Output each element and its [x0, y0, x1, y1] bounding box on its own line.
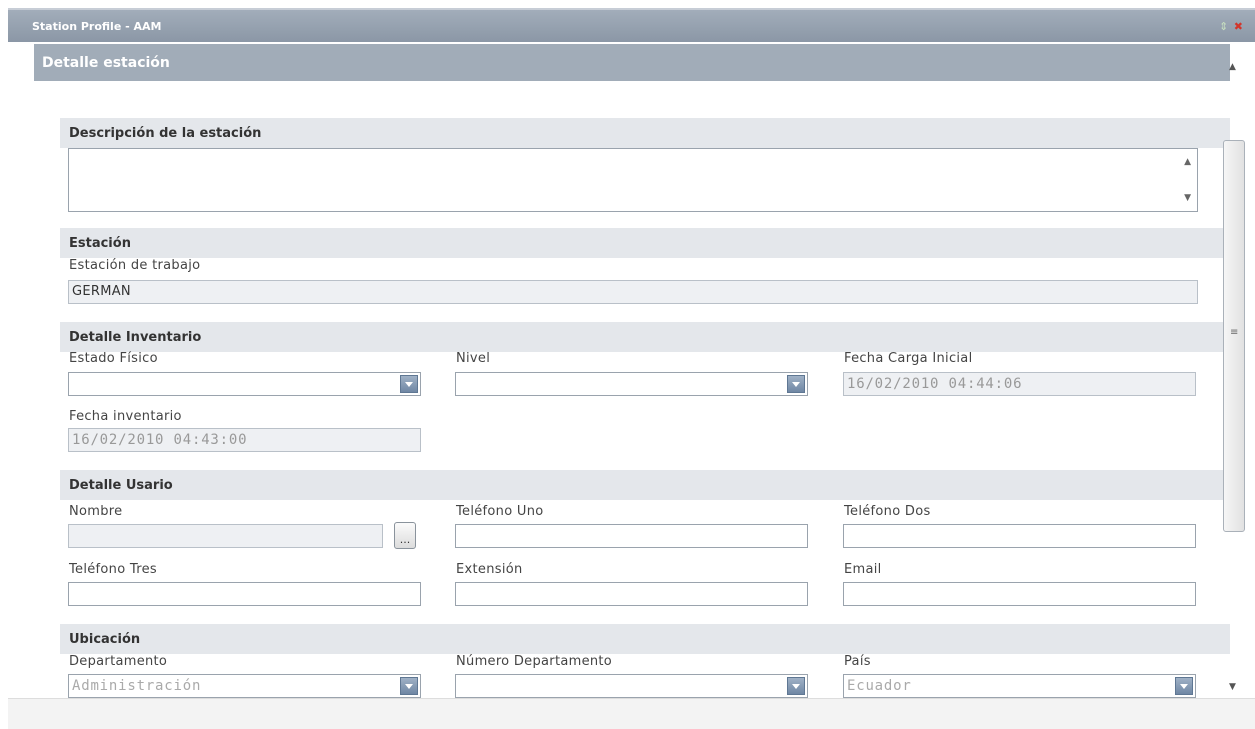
- fecha-inventario-field[interactable]: 16/02/2010 04:43:00: [68, 428, 421, 452]
- pais-select[interactable]: Ecuador: [843, 674, 1196, 698]
- email-label: Email: [844, 562, 882, 577]
- telefono-tres-label: Teléfono Tres: [69, 562, 157, 577]
- section-station: Estación: [60, 228, 1230, 258]
- maximize-icon[interactable]: ⇕: [1219, 20, 1228, 33]
- scroll-up-icon[interactable]: ▲: [1229, 62, 1236, 72]
- station-profile-window: Station Profile - AAM ⇕ ✖ Detalle estaci…: [8, 8, 1255, 729]
- telefono-dos-label: Teléfono Dos: [844, 504, 931, 519]
- chevron-down-icon[interactable]: [787, 677, 805, 695]
- panel-title: Detalle estación: [34, 44, 1230, 81]
- nivel-label: Nivel: [456, 351, 491, 366]
- chevron-down-icon[interactable]: [1175, 677, 1193, 695]
- section-user: Detalle Usario: [60, 470, 1230, 500]
- telefono-tres-field[interactable]: [68, 582, 421, 606]
- section-inventory: Detalle Inventario: [60, 322, 1230, 352]
- extension-field[interactable]: [455, 582, 808, 606]
- extension-label: Extensión: [456, 562, 523, 577]
- browse-user-button[interactable]: ...: [394, 522, 416, 549]
- telefono-uno-label: Teléfono Uno: [456, 504, 544, 519]
- form-content: Detalle estación Descripción de la estac…: [34, 44, 1230, 707]
- chevron-down-icon[interactable]: [400, 375, 418, 393]
- fecha-carga-label: Fecha Carga Inicial: [844, 351, 973, 366]
- section-description: Descripción de la estación: [60, 118, 1230, 148]
- estado-label: Estado Físico: [69, 351, 158, 366]
- scroll-thumb[interactable]: ≡: [1223, 140, 1245, 532]
- chevron-down-icon[interactable]: [400, 677, 418, 695]
- numero-departamento-select[interactable]: [455, 674, 808, 698]
- departamento-value: Administración: [72, 678, 202, 694]
- workstation-label: Estación de trabajo: [69, 258, 201, 273]
- departamento-select[interactable]: Administración: [68, 674, 421, 698]
- nombre-field[interactable]: [68, 524, 383, 548]
- main-scrollbar[interactable]: ▲ ≡ ▼: [1220, 44, 1248, 698]
- scroll-grip-icon: ≡: [1230, 327, 1239, 338]
- telefono-uno-field[interactable]: [455, 524, 808, 548]
- scroll-down-icon[interactable]: ▼: [1229, 682, 1236, 692]
- chevron-down-icon[interactable]: [787, 375, 805, 393]
- pais-value: Ecuador: [847, 678, 912, 694]
- numero-departamento-label: Número Departamento: [456, 654, 613, 669]
- departamento-label: Departamento: [69, 654, 168, 669]
- nombre-label: Nombre: [69, 504, 123, 519]
- estado-select[interactable]: [68, 372, 421, 396]
- telefono-dos-field[interactable]: [843, 524, 1196, 548]
- scroll-down-icon[interactable]: ▼: [1184, 193, 1191, 203]
- section-location: Ubicación: [60, 624, 1230, 654]
- close-icon[interactable]: ✖: [1234, 20, 1243, 33]
- fecha-carga-field[interactable]: 16/02/2010 04:44:06: [843, 372, 1196, 396]
- window-footer: [8, 698, 1255, 729]
- pais-label: País: [844, 654, 871, 669]
- scroll-up-icon[interactable]: ▲: [1184, 157, 1191, 167]
- description-textarea[interactable]: ▲ ▼: [68, 148, 1198, 212]
- window-titlebar[interactable]: Station Profile - AAM ⇕ ✖: [8, 8, 1255, 42]
- email-field[interactable]: [843, 582, 1196, 606]
- workstation-field[interactable]: GERMAN: [68, 280, 1198, 304]
- nivel-select[interactable]: [455, 372, 808, 396]
- window-title: Station Profile - AAM: [32, 20, 162, 33]
- fecha-inventario-label: Fecha inventario: [69, 409, 182, 424]
